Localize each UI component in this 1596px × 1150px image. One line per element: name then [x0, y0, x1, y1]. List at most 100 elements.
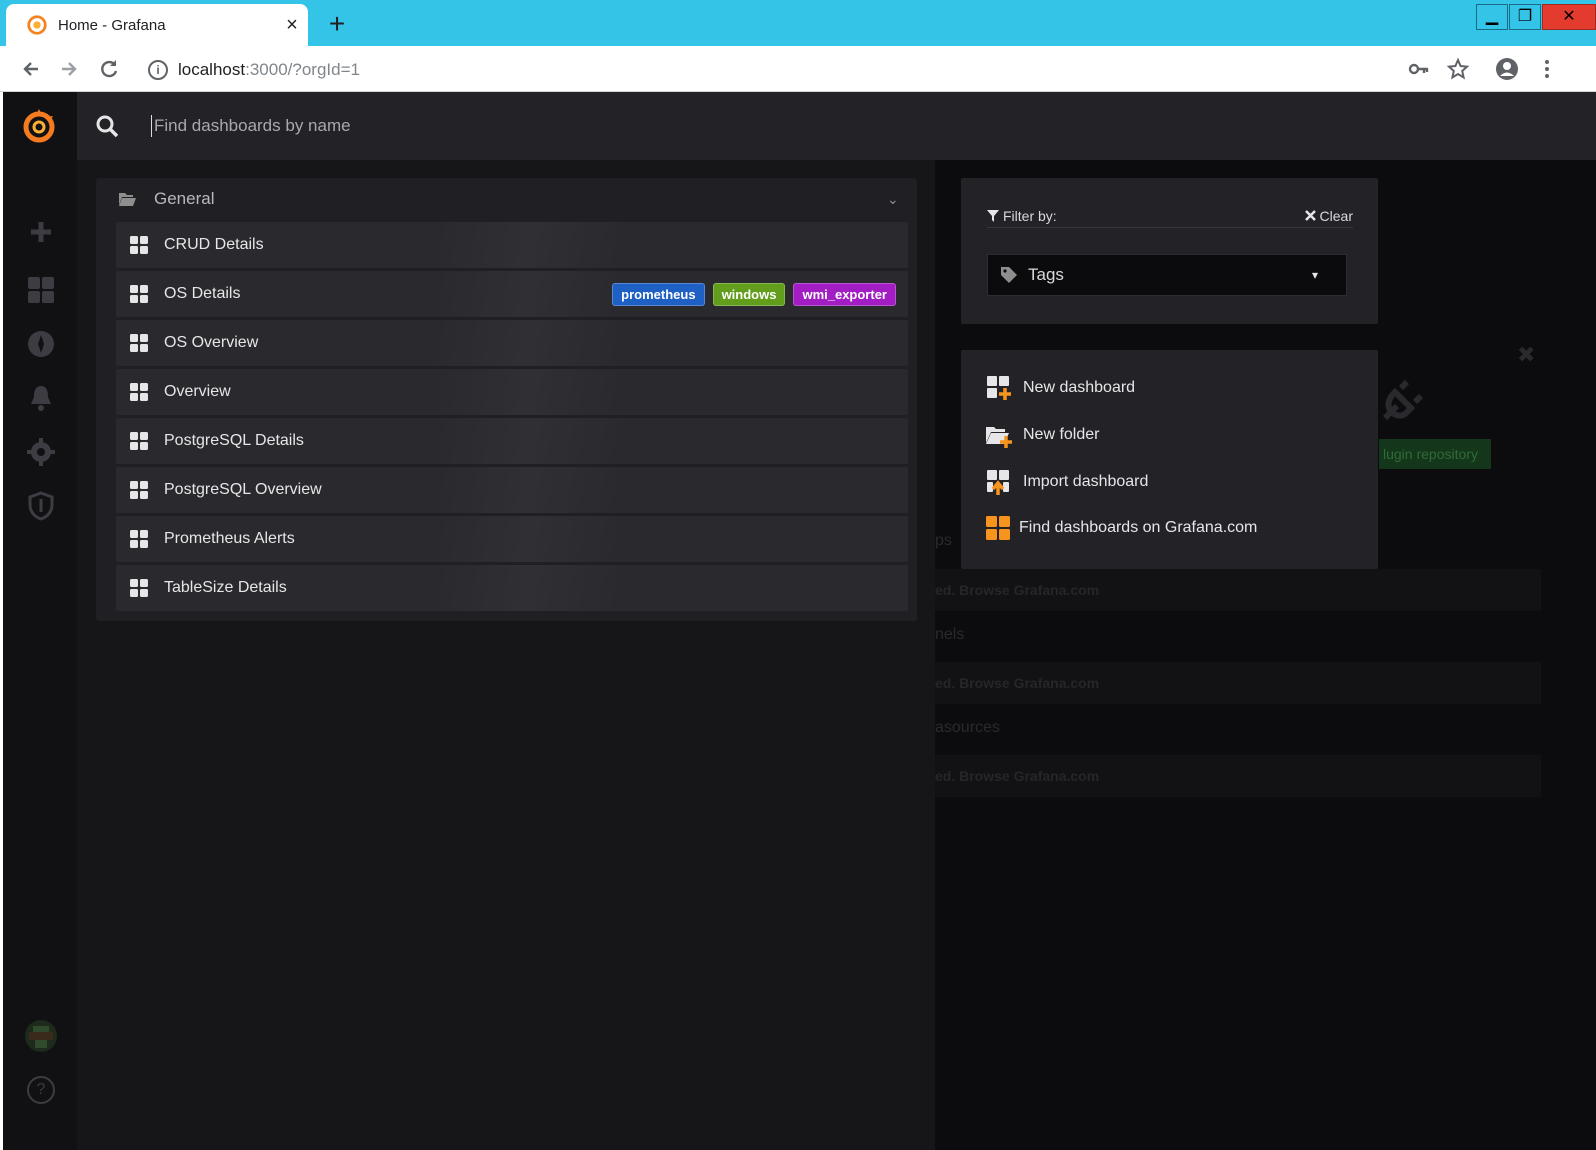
plugin-plug-icon — [1382, 379, 1424, 421]
configuration-gear-icon[interactable] — [25, 436, 57, 468]
clear-x-icon[interactable] — [1304, 210, 1316, 221]
tag-icon — [1001, 267, 1017, 283]
new-folder-label: New folder — [1023, 426, 1100, 443]
search-icon — [96, 115, 119, 138]
filter-header: Filter by: Clear — [987, 204, 1353, 228]
dashboard-search-bar — [77, 92, 1596, 160]
tags-select[interactable]: Tags ▾ — [987, 254, 1347, 296]
folder-header[interactable]: General ⌄ — [96, 178, 917, 220]
folder-open-icon — [119, 193, 136, 206]
url-field[interactable]: i localhost :3000/?orgId=1 — [148, 55, 1408, 85]
key-icon[interactable] — [1404, 54, 1434, 84]
import-dashboard-label: Import dashboard — [1023, 473, 1149, 490]
grafana-app: ? General ⌄ CRUD Details OS Details promet… — [3, 92, 1596, 1150]
help-icon[interactable]: ? — [27, 1076, 55, 1104]
new-folder-icon — [986, 427, 1012, 448]
dashboard-grid-icon — [130, 334, 148, 352]
ghost-browse-1: ed. Browse Grafana.com — [935, 582, 1100, 598]
dashboard-grid-icon — [130, 579, 148, 597]
tag-badge-prometheus[interactable]: prometheus — [612, 282, 705, 306]
clear-filter-button[interactable]: Clear — [1320, 208, 1353, 224]
dashboard-item[interactable]: Prometheus Alerts — [116, 516, 908, 562]
grafana-logo-icon[interactable] — [19, 106, 59, 146]
window-maximize-button[interactable]: ❐ — [1509, 4, 1541, 30]
site-info-icon[interactable]: i — [148, 60, 168, 80]
filter-funnel-icon — [987, 209, 999, 222]
browser-tab[interactable]: Home - Grafana × — [6, 4, 308, 46]
browser-tab-bar: Home - Grafana × + ▁ ❐ ✕ — [0, 0, 1596, 46]
dashboard-grid-icon — [130, 383, 148, 401]
filter-panel: Filter by: Clear Tags ▾ — [961, 178, 1378, 324]
ghost-text-ps: ps — [935, 532, 952, 549]
avatar-pattern-icon — [29, 1026, 53, 1048]
dashboard-name: PostgreSQL Overview — [164, 481, 322, 498]
ghost-browse-3: ed. Browse Grafana.com — [935, 768, 1100, 784]
dashboard-name: Overview — [164, 383, 231, 400]
dashboards-icon[interactable] — [25, 274, 57, 306]
side-menu: ? — [3, 92, 77, 1150]
folder-name: General — [154, 189, 215, 208]
ghost-browse-2: ed. Browse Grafana.com — [935, 675, 1100, 691]
caret-down-icon: ▾ — [1312, 268, 1319, 282]
search-results-pane: General ⌄ CRUD Details OS Details promethe… — [77, 160, 935, 1150]
tab-close-icon[interactable]: × — [276, 14, 308, 37]
new-dashboard-link[interactable]: New dashboard — [985, 373, 1135, 403]
dashboard-item[interactable]: CRUD Details — [116, 222, 908, 268]
dashboard-name: TableSize Details — [164, 579, 287, 596]
create-plus-icon[interactable] — [25, 216, 57, 248]
dashboard-name: Prometheus Alerts — [164, 530, 295, 547]
dashboard-grid-icon — [130, 285, 148, 303]
dashboard-grid-icon — [130, 236, 148, 254]
new-folder-link[interactable]: New folder — [985, 420, 1099, 450]
dashboard-item[interactable]: OS Overview — [116, 320, 908, 366]
address-bar: i localhost :3000/?orgId=1 — [0, 46, 1596, 92]
grafana-favicon-icon — [27, 15, 47, 35]
tags-select-label: Tags — [1028, 265, 1064, 284]
dashboard-item[interactable]: PostgreSQL Details — [116, 418, 908, 464]
ghost-text-nels: nels — [935, 626, 965, 643]
user-avatar[interactable] — [25, 1020, 57, 1052]
filter-label: Filter by: — [1003, 207, 1057, 224]
reload-icon[interactable] — [94, 54, 124, 84]
grafana-com-dashboards-icon — [986, 516, 1010, 540]
menu-kebab-icon[interactable] — [1532, 54, 1562, 84]
dashboard-name: OS Overview — [164, 334, 259, 351]
find-dashboards-label: Find dashboards on Grafana.com — [1019, 519, 1258, 536]
dashboard-grid-icon — [130, 481, 148, 499]
close-icon: ✖ — [1517, 342, 1536, 367]
import-dashboard-icon — [987, 470, 1009, 495]
dashboard-item[interactable]: PostgreSQL Overview — [116, 467, 908, 513]
dashboard-name: CRUD Details — [164, 236, 264, 253]
search-actions-panel: New dashboard New folder Import dashboar… — [961, 350, 1378, 569]
dashboard-item[interactable]: TableSize Details — [116, 565, 908, 611]
window-close-button[interactable]: ✕ — [1542, 4, 1596, 30]
dashboard-item[interactable]: OS Details prometheus windows wmi_exporter — [116, 271, 908, 317]
url-host: localhost — [178, 60, 246, 79]
new-tab-button[interactable]: + — [322, 8, 352, 40]
chevron-down-icon[interactable]: ⌄ — [887, 191, 917, 208]
explore-compass-icon[interactable] — [25, 328, 57, 360]
dashboard-search-input[interactable] — [151, 115, 1596, 137]
url-path: :3000/?orgId=1 — [245, 60, 360, 79]
plugin-repository-button: lugin repository — [1379, 439, 1491, 469]
dashboard-grid-icon — [130, 432, 148, 450]
tag-badge-windows[interactable]: windows — [712, 282, 786, 306]
tab-title: Home - Grafana — [58, 16, 166, 34]
tag-badge-wmi-exporter[interactable]: wmi_exporter — [793, 282, 896, 306]
back-arrow-icon[interactable] — [16, 54, 46, 84]
find-dashboards-grafana-com-link[interactable]: Find dashboards on Grafana.com — [985, 513, 1257, 543]
window-minimize-button[interactable]: ▁ — [1476, 4, 1508, 30]
forward-arrow-icon[interactable] — [54, 54, 84, 84]
import-dashboard-link[interactable]: Import dashboard — [985, 467, 1148, 497]
server-admin-shield-icon[interactable] — [25, 490, 57, 522]
folder-general: General ⌄ CRUD Details OS Details promethe… — [96, 178, 917, 621]
profile-icon[interactable] — [1492, 54, 1522, 84]
dashboard-item[interactable]: Overview — [116, 369, 908, 415]
dashboard-name: OS Details — [164, 285, 241, 302]
ghost-text-asources: asources — [935, 719, 1000, 736]
new-dashboard-label: New dashboard — [1023, 379, 1136, 396]
alerting-bell-icon[interactable] — [25, 382, 57, 414]
dashboard-name: PostgreSQL Details — [164, 432, 304, 449]
dashboard-tags: prometheus windows wmi_exporter — [612, 282, 896, 306]
bookmark-star-icon[interactable] — [1443, 54, 1473, 84]
